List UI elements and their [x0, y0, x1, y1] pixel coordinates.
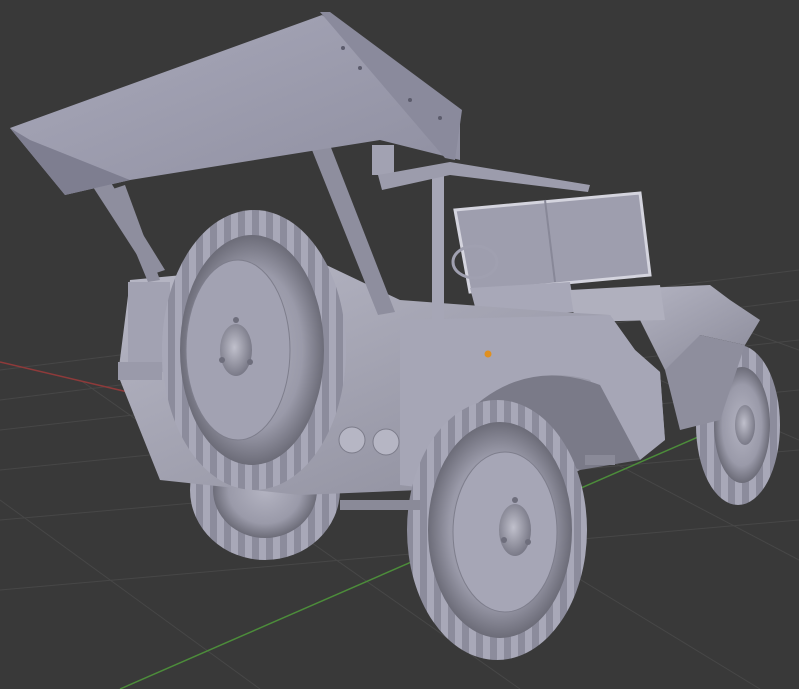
rear-bumper	[118, 362, 162, 380]
viewport-canvas[interactable]	[0, 0, 799, 689]
taillight-right	[372, 428, 400, 456]
rear-right-hub	[499, 504, 531, 556]
origin-point[interactable]	[484, 350, 492, 358]
3d-viewport[interactable]	[0, 0, 799, 689]
taillight-left	[338, 426, 366, 454]
spare-tire[interactable]	[162, 210, 346, 490]
rear-spoiler[interactable]	[10, 12, 462, 195]
front-axle	[585, 455, 615, 465]
rear-right-tire[interactable]	[407, 400, 587, 660]
spare-hub	[220, 324, 252, 376]
rear-axle	[340, 500, 420, 510]
